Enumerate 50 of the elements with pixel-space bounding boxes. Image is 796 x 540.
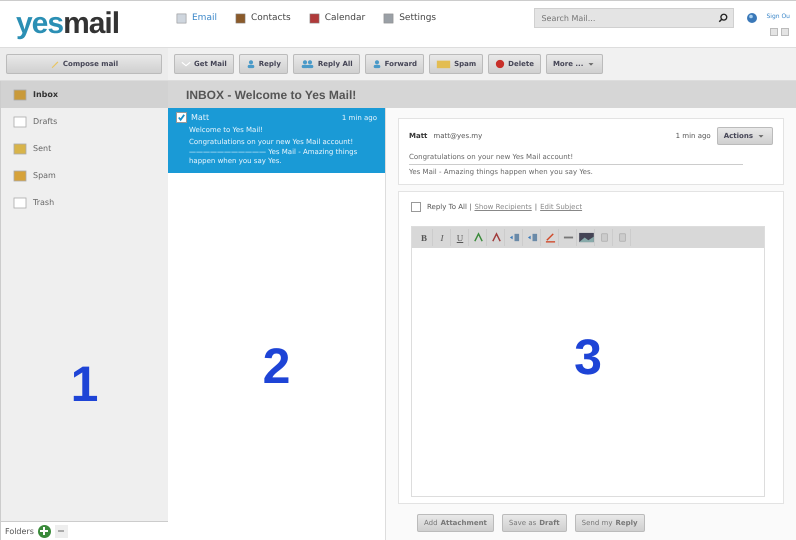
folder-item[interactable]: Sent — [1, 135, 168, 162]
pen-icon — [544, 232, 556, 243]
folder-icon — [13, 196, 27, 208]
list-title: INBOX - Welcome to Yes Mail! — [168, 81, 796, 108]
window-icons[interactable] — [770, 28, 790, 36]
pane-number: 3 — [574, 328, 602, 386]
list-icon — [616, 232, 628, 243]
folder-icon — [436, 59, 452, 69]
checkbox[interactable] — [411, 202, 421, 212]
folder-icon — [13, 88, 27, 100]
indent-icon — [526, 232, 538, 243]
plus-icon — [39, 526, 50, 536]
sender-name: Matt — [191, 113, 210, 122]
folder-icon — [13, 142, 27, 154]
indent-icon — [508, 232, 520, 243]
person-icon — [372, 59, 382, 69]
nav-tab[interactable]: Email — [176, 12, 217, 24]
person-icon — [246, 59, 256, 69]
folder-icon — [13, 116, 27, 128]
folder-item[interactable]: Spam — [1, 162, 168, 189]
format-button[interactable]: B — [416, 229, 433, 246]
add-folder-button[interactable] — [38, 524, 51, 538]
delete-icon — [495, 59, 506, 69]
people-icon — [300, 59, 315, 69]
nav-icon — [383, 12, 394, 24]
format-button[interactable]: U — [452, 229, 469, 246]
pane-number: 1 — [70, 354, 98, 412]
folder-item[interactable]: Inbox — [1, 81, 168, 108]
globe-icon[interactable] — [746, 12, 758, 24]
nav-tab[interactable]: Settings — [383, 12, 436, 24]
search-field[interactable]: Search Mail... — [534, 8, 734, 28]
format-button[interactable] — [578, 229, 595, 246]
image-icon — [578, 232, 594, 243]
nav-icon — [308, 12, 320, 24]
list-icon — [598, 232, 610, 243]
folder-icon — [13, 170, 27, 182]
nav-icon — [234, 12, 246, 24]
checkbox[interactable] — [176, 112, 187, 123]
folder-item[interactable]: Trash — [1, 189, 168, 216]
folder-item[interactable]: Drafts — [1, 108, 168, 135]
yesmail-logo: yesmail — [16, 7, 120, 41]
folders-label: Folders — [5, 526, 34, 536]
nav-tab[interactable]: Calendar — [308, 12, 366, 24]
message-editor[interactable]: 3 — [412, 248, 764, 496]
format-button[interactable]: I — [434, 229, 451, 246]
remove-folder-button[interactable] — [54, 524, 68, 538]
pane-number: 2 — [262, 337, 290, 396]
nav-tab[interactable]: Contacts — [234, 12, 291, 24]
search-icon — [718, 13, 728, 23]
nav-icon — [176, 12, 187, 24]
